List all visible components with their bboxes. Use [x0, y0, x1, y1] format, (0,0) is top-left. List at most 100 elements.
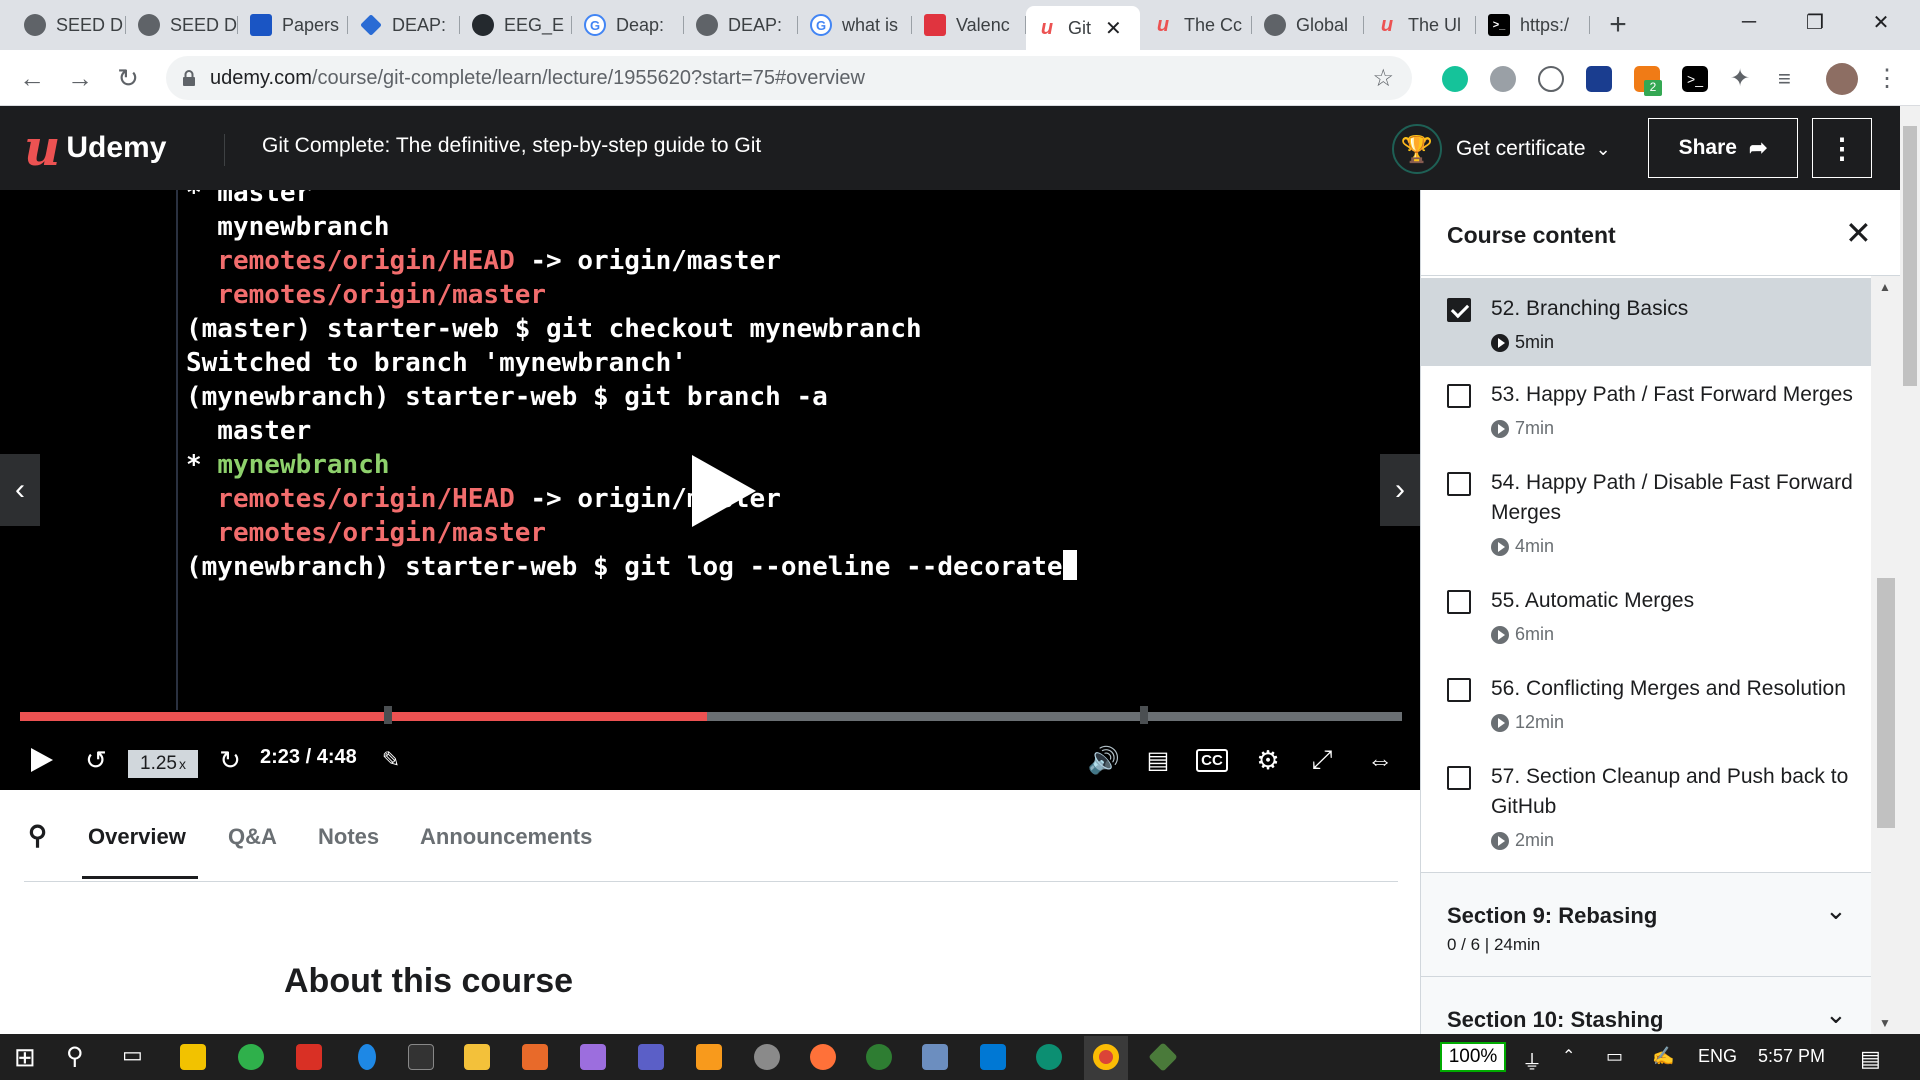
- grammarly-extension-icon[interactable]: [1442, 66, 1468, 92]
- bookmark-marker[interactable]: [1140, 706, 1148, 724]
- vscode-icon[interactable]: [980, 1044, 1006, 1070]
- firefox-icon[interactable]: [810, 1044, 836, 1070]
- close-sidebar-icon[interactable]: ✕: [1845, 214, 1872, 252]
- clock[interactable]: 5:57 PM: [1758, 1046, 1825, 1067]
- tab-overview[interactable]: Overview: [88, 824, 186, 850]
- page-scrollbar[interactable]: [1900, 106, 1920, 1034]
- terminal-app-icon[interactable]: [408, 1044, 434, 1070]
- lesson-checkbox[interactable]: [1447, 590, 1471, 614]
- search-icon[interactable]: ⚲: [66, 1042, 84, 1071]
- metamask-extension-icon[interactable]: 2: [1634, 66, 1662, 96]
- close-tab-icon[interactable]: ✕: [1105, 16, 1122, 41]
- lesson-item[interactable]: 56. Conflicting Merges and Resolution 12…: [1421, 660, 1871, 748]
- address-bar[interactable]: udemy.com/course/git-complete/learn/lect…: [166, 56, 1412, 100]
- back-button[interactable]: ←: [14, 60, 50, 96]
- section-header[interactable]: Section 10: Stashing ⌄: [1421, 976, 1871, 1034]
- network-icon[interactable]: ▭: [1606, 1046, 1623, 1067]
- media-control-icon[interactable]: ≡: [1778, 66, 1804, 92]
- get-certificate-button[interactable]: 🏆 Get certificate ⌄: [1392, 124, 1611, 174]
- scroll-down-icon[interactable]: ▼: [1879, 1016, 1891, 1030]
- bookmark-marker[interactable]: [384, 706, 392, 724]
- screen-extension-icon[interactable]: [1586, 66, 1612, 92]
- forward-button[interactable]: →: [62, 60, 98, 96]
- next-lecture-button[interactable]: ›: [1380, 454, 1420, 526]
- browser-tab[interactable]: Papers: [240, 8, 348, 42]
- new-tab-button[interactable]: +: [1596, 8, 1640, 42]
- section-header[interactable]: Section 9: Rebasing 0 / 6 | 24min ⌄: [1421, 872, 1871, 976]
- globe-extension-icon[interactable]: [1490, 66, 1516, 92]
- telegram-icon[interactable]: [238, 1044, 264, 1070]
- window-close-button[interactable]: ✕: [1848, 0, 1914, 44]
- lesson-item[interactable]: 53. Happy Path / Fast Forward Merges 7mi…: [1421, 366, 1871, 454]
- settings-gear-icon[interactable]: ⚙: [1250, 740, 1286, 780]
- play-button[interactable]: [24, 740, 60, 780]
- app-icon[interactable]: [580, 1044, 606, 1070]
- mail-icon[interactable]: [296, 1044, 322, 1070]
- edge-icon[interactable]: [1036, 1044, 1062, 1070]
- restore-button[interactable]: ❐: [1782, 0, 1848, 44]
- browser-tab[interactable]: G Deap:: [574, 8, 684, 42]
- lesson-item[interactable]: 55. Automatic Merges 6min: [1421, 572, 1871, 660]
- browser-tab[interactable]: EEG_E: [462, 8, 572, 42]
- scrollbar-thumb[interactable]: [1903, 126, 1917, 386]
- browser-tab[interactable]: >_ https:/: [1478, 8, 1590, 42]
- volume-icon[interactable]: 🔊: [1086, 740, 1122, 780]
- tab-announcements[interactable]: Announcements: [420, 824, 592, 850]
- browser-menu-icon[interactable]: ⋮: [1874, 66, 1900, 92]
- lesson-item[interactable]: 54. Happy Path / Disable Fast Forward Me…: [1421, 454, 1871, 572]
- rewind-5s-icon[interactable]: ↺: [78, 740, 114, 780]
- lesson-checkbox[interactable]: [1447, 472, 1471, 496]
- lesson-item[interactable]: 57. Section Cleanup and Push back to Git…: [1421, 748, 1871, 866]
- language-indicator[interactable]: ENG: [1698, 1046, 1737, 1067]
- tab-notes[interactable]: Notes: [318, 824, 379, 850]
- notifications-icon[interactable]: ▤: [1860, 1046, 1881, 1072]
- browser-tab[interactable]: Global: [1254, 8, 1364, 42]
- lesson-checkbox[interactable]: [1447, 766, 1471, 790]
- browser-tab[interactable]: u The Cc: [1142, 8, 1252, 42]
- udemy-logo[interactable]: u Udemy: [24, 123, 166, 173]
- expand-theater-icon[interactable]: ⇔: [1358, 740, 1402, 780]
- course-title[interactable]: Git Complete: The definitive, step-by-st…: [262, 134, 761, 158]
- app-icon[interactable]: [866, 1044, 892, 1070]
- lesson-checkbox[interactable]: [1447, 298, 1471, 322]
- windows-start-icon[interactable]: ⊞: [14, 1042, 36, 1073]
- tab-qa[interactable]: Q&A: [228, 824, 277, 850]
- playback-rate-button[interactable]: 1.25 x: [128, 750, 198, 778]
- git-icon[interactable]: [1148, 1042, 1178, 1072]
- captions-button[interactable]: CC: [1194, 740, 1230, 780]
- video-player[interactable]: * master mynewbranch remotes/origin/HEAD…: [0, 190, 1420, 790]
- reload-button[interactable]: ↻: [110, 60, 146, 96]
- sidebar-scrollbar[interactable]: ▲ ▼: [1871, 276, 1900, 1034]
- play-overlay-icon[interactable]: [692, 455, 756, 527]
- browser-tab[interactable]: u The Ul: [1366, 8, 1476, 42]
- forward-5s-icon[interactable]: ↻: [212, 740, 248, 780]
- chevron-up-icon[interactable]: ⌃: [1562, 1046, 1575, 1066]
- file-explorer-icon[interactable]: [464, 1044, 490, 1070]
- browser-tab[interactable]: DEAP:: [350, 8, 460, 42]
- sticky-notes-icon[interactable]: [180, 1044, 206, 1070]
- scrollbar-thumb[interactable]: [1877, 578, 1895, 828]
- app-icon[interactable]: [754, 1044, 780, 1070]
- pen-icon[interactable]: ✍: [1652, 1046, 1674, 1067]
- matlab-icon[interactable]: [522, 1044, 548, 1070]
- puzzle-extensions-icon[interactable]: ✦: [1730, 66, 1756, 92]
- teams-icon[interactable]: [638, 1044, 664, 1070]
- extension-icon[interactable]: [1538, 66, 1564, 92]
- browser-tab[interactable]: Gwhat is: [800, 8, 912, 42]
- search-icon[interactable]: ⚲: [28, 820, 47, 851]
- previous-lecture-button[interactable]: ‹: [0, 454, 40, 526]
- share-button[interactable]: Share ➦: [1648, 118, 1798, 178]
- browser-tab[interactable]: DEAP:: [686, 8, 798, 42]
- power-plug-icon[interactable]: ⏚: [1522, 1046, 1542, 1075]
- task-view-icon[interactable]: ▭: [122, 1042, 143, 1068]
- chrome-taskbar-active[interactable]: [1084, 1036, 1128, 1080]
- bookmark-star-icon[interactable]: ☆: [1372, 64, 1394, 93]
- fullscreen-icon[interactable]: ⤢: [1304, 740, 1340, 780]
- lesson-checkbox[interactable]: [1447, 384, 1471, 408]
- browser-tab[interactable]: SEED D: [14, 8, 126, 42]
- app-icon[interactable]: [922, 1044, 948, 1070]
- browser-tab[interactable]: SEED D: [128, 8, 238, 42]
- add-note-icon[interactable]: ✎: [376, 740, 406, 780]
- profile-avatar[interactable]: [1826, 63, 1858, 95]
- bluetooth-icon[interactable]: [358, 1044, 376, 1070]
